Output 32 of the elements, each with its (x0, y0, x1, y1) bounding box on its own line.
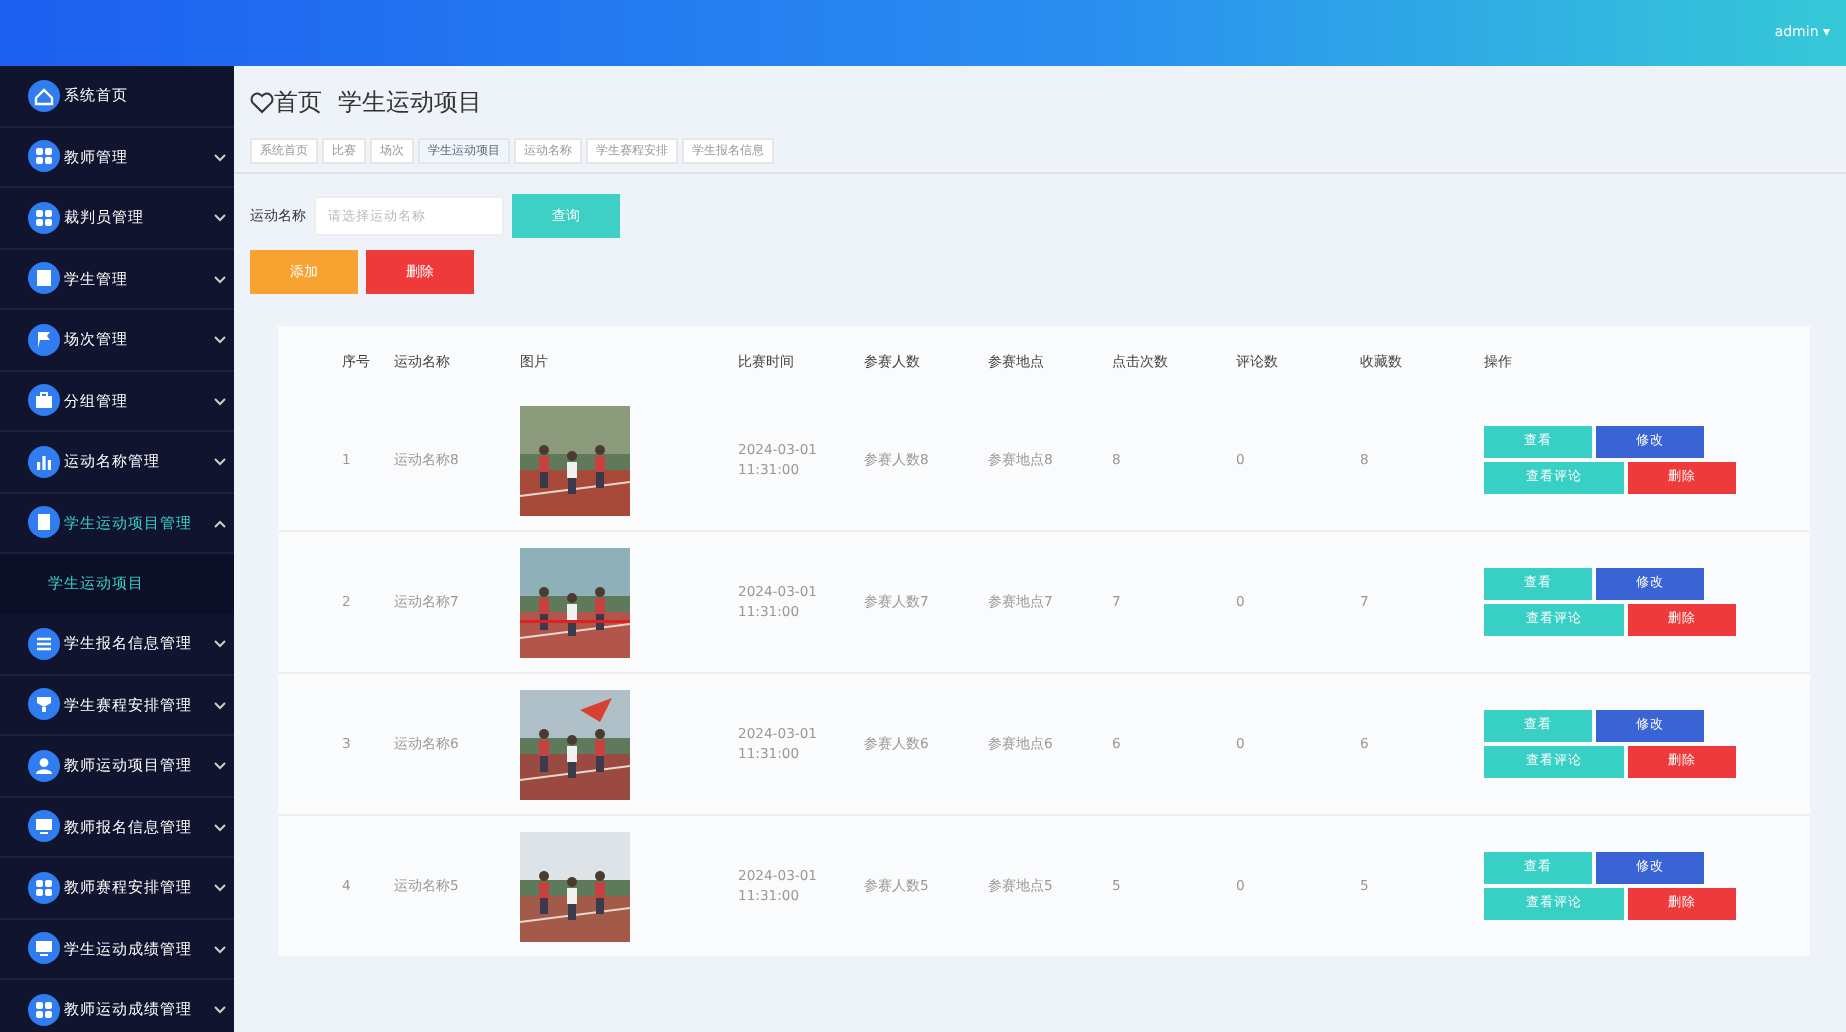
list-icon (28, 627, 60, 660)
grid-icon (28, 201, 60, 234)
trophy-icon (28, 688, 60, 721)
chevron-down-icon (214, 458, 226, 467)
grid-icon (28, 993, 60, 1026)
chevron-up-icon (214, 519, 226, 528)
chevron-down-icon (214, 884, 226, 893)
grid-icon (28, 140, 60, 173)
home-icon (28, 79, 60, 112)
briefcase-icon (28, 384, 60, 417)
chevron-down-icon (214, 640, 226, 649)
breadcrumb-link[interactable]: 首页 (250, 84, 322, 120)
user-icon (28, 749, 60, 782)
breadcrumb-current: 学生运动项目 (338, 86, 482, 120)
chevron-down-icon (214, 397, 226, 406)
bar-chart-icon (28, 445, 60, 478)
chevron-down-icon (214, 701, 226, 710)
chevron-down-icon (214, 1006, 226, 1015)
monitor-icon (28, 932, 60, 965)
chevron-down-icon (214, 214, 226, 223)
chevron-down-icon (214, 823, 226, 832)
book-icon (28, 262, 60, 295)
flag-icon (28, 323, 60, 356)
chevron-down-icon (214, 762, 226, 771)
grid-icon (28, 871, 60, 904)
chevron-down-icon (214, 153, 226, 162)
chevron-down-icon (214, 336, 226, 345)
heart-icon (250, 91, 274, 113)
chevron-down-icon (214, 945, 226, 954)
document-icon (28, 506, 60, 539)
chevron-down-icon (214, 275, 226, 284)
monitor-icon (28, 810, 60, 843)
